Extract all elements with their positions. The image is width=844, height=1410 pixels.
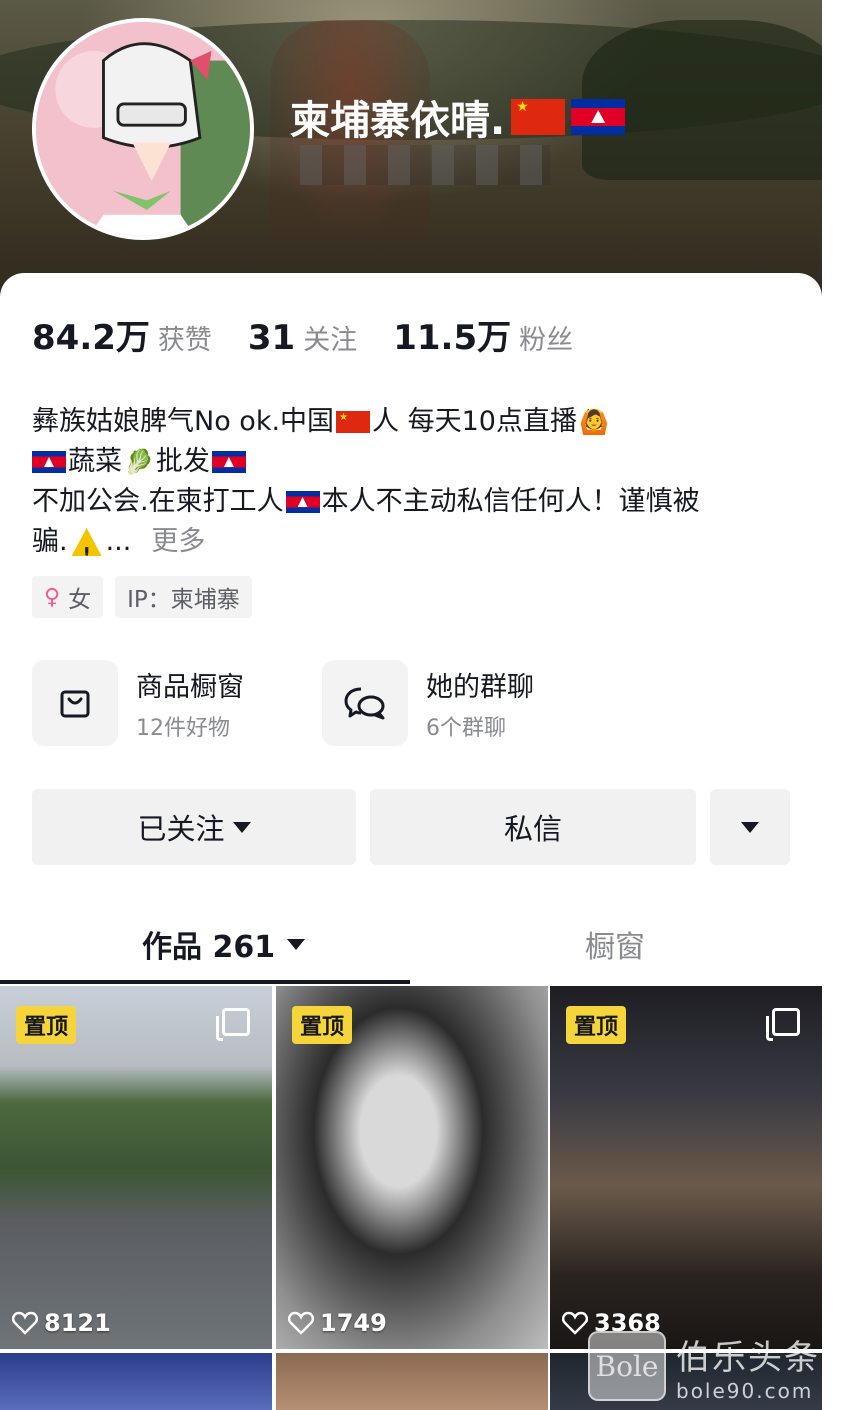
post-thumbnail[interactable]: 置顶 3368 (550, 986, 822, 1349)
more-options-button[interactable] (710, 789, 790, 865)
bio-text: 骗. (32, 526, 68, 557)
cambodia-flag-icon (211, 451, 246, 473)
pinned-badge: 置顶 (292, 1006, 353, 1044)
caret-down-icon (232, 821, 251, 833)
cambodia-flag-icon (571, 99, 626, 135)
bio-text: 批发 (155, 446, 210, 477)
group-chat-count: 6个群聊 (426, 715, 506, 741)
post-thumbnail[interactable]: 置顶 8121 (0, 986, 272, 1349)
female-icon: ♀ (44, 584, 61, 610)
gender-tag: ♀ 女 (32, 576, 104, 618)
pinned-badge: 置顶 (16, 1006, 77, 1044)
ip-label: IP：柬埔寨 (127, 587, 240, 613)
like-count: 1749 (288, 1309, 387, 1337)
username: 柬埔寨依晴. (290, 88, 626, 146)
profile-actions: 已关注 私信 (32, 789, 790, 865)
cover-mosaic (300, 145, 550, 185)
avatar[interactable] (32, 18, 254, 240)
stat-followers[interactable]: 11.5万 粉丝 (393, 310, 573, 359)
group-chat-title: 她的群聊 (426, 671, 534, 703)
bio-text: 蔬菜 (68, 446, 122, 477)
bio-more-link[interactable]: 更多 (151, 522, 205, 562)
ip-tag: IP：柬埔寨 (115, 576, 252, 618)
message-button[interactable]: 私信 (370, 789, 696, 865)
post-thumbnail[interactable] (0, 1353, 272, 1410)
pinned-badge: 置顶 (566, 1006, 627, 1044)
avatar-illustration (36, 22, 250, 236)
shop-window-title: 商品橱窗 (136, 671, 244, 703)
bio-text: 本人不主动私信任何人！谨慎被 (321, 486, 700, 517)
bio-text: 人 每天10点直播 (372, 406, 577, 437)
caret-down-icon (287, 938, 306, 950)
watermark-url: bole90.com (676, 1378, 814, 1403)
heart-icon (288, 1311, 314, 1335)
profile-stats: 84.2万 获赞 31 关注 11.5万 粉丝 (32, 310, 609, 359)
china-flag-icon (511, 99, 566, 135)
bio-text: 彝族姑娘脾气No ok.中国 (32, 406, 335, 437)
shop-window-entry[interactable]: 商品橱窗 12件好物 (32, 660, 322, 746)
post-thumbnail[interactable] (276, 1353, 548, 1410)
bio-text: 不加公会.在柬打工人 (32, 486, 284, 517)
watermark-logo: Bole (588, 1331, 666, 1401)
tab-shop-window[interactable]: 橱窗 (585, 922, 645, 966)
stat-label: 粉丝 (519, 325, 574, 356)
watermark: Bole 伯乐头条 bole90.com (588, 1322, 844, 1410)
content-tabs: 作品 261 橱窗 (0, 900, 822, 986)
shop-window-count: 12件好物 (136, 715, 230, 741)
watermark-name: 伯乐头条 (676, 1337, 820, 1378)
bio-ellipsis: ... (105, 526, 132, 557)
stat-label: 关注 (303, 325, 358, 356)
heart-icon (12, 1311, 38, 1335)
bio[interactable]: 彝族姑娘脾气No ok.中国 人 每天10点直播 🙆 蔬菜 🥬 批发 不加公会.… (32, 402, 792, 562)
like-count-value: 1749 (320, 1309, 387, 1337)
gender-label: 女 (68, 587, 92, 613)
chat-bubbles-icon (322, 660, 408, 746)
profile-tags: ♀ 女 IP：柬埔寨 (32, 576, 252, 618)
multi-image-icon (216, 1008, 250, 1041)
stat-value: 11.5万 (393, 318, 512, 358)
profile-entries: 商品橱窗 12件好物 她的群聊 6个群聊 (32, 660, 612, 746)
stat-label: 获赞 (157, 325, 212, 356)
followed-button[interactable]: 已关注 (32, 789, 356, 865)
tab-works-label: 作品 261 (142, 930, 276, 965)
stat-value: 84.2万 (32, 318, 150, 358)
like-count-value: 8121 (44, 1309, 111, 1337)
warning-icon (71, 528, 102, 556)
bio-line: 彝族姑娘脾气No ok.中国 人 每天10点直播 🙆 (32, 402, 792, 442)
china-flag-icon (336, 411, 371, 433)
bio-line: 不加公会.在柬打工人 本人不主动私信任何人！谨慎被 (32, 482, 792, 522)
stat-value: 31 (247, 318, 296, 358)
woman-gesturing-emoji-icon: 🙆 (579, 408, 609, 436)
bio-line: 骗. ... 更多 (32, 522, 792, 562)
cambodia-flag-icon (285, 491, 320, 513)
followed-label: 已关注 (137, 812, 225, 846)
stat-following[interactable]: 31 关注 (248, 318, 357, 358)
caret-down-icon (741, 821, 759, 833)
stat-likes[interactable]: 84.2万 获赞 (32, 310, 212, 359)
tab-window-label: 橱窗 (585, 930, 645, 965)
heart-icon (562, 1311, 588, 1335)
shopping-bag-icon (32, 660, 118, 746)
multi-image-icon (766, 1008, 800, 1041)
tab-works[interactable]: 作品 261 (142, 922, 306, 966)
message-label: 私信 (503, 812, 562, 846)
username-text: 柬埔寨依晴. (290, 98, 506, 144)
like-count: 8121 (12, 1309, 111, 1337)
active-tab-indicator (0, 980, 410, 984)
cambodia-flag-icon (32, 451, 66, 473)
leafy-green-emoji-icon: 🥬 (124, 448, 154, 476)
group-chat-entry[interactable]: 她的群聊 6个群聊 (322, 660, 612, 746)
bio-line: 蔬菜 🥬 批发 (32, 442, 792, 482)
post-thumbnail[interactable]: 置顶 1749 (276, 986, 548, 1349)
